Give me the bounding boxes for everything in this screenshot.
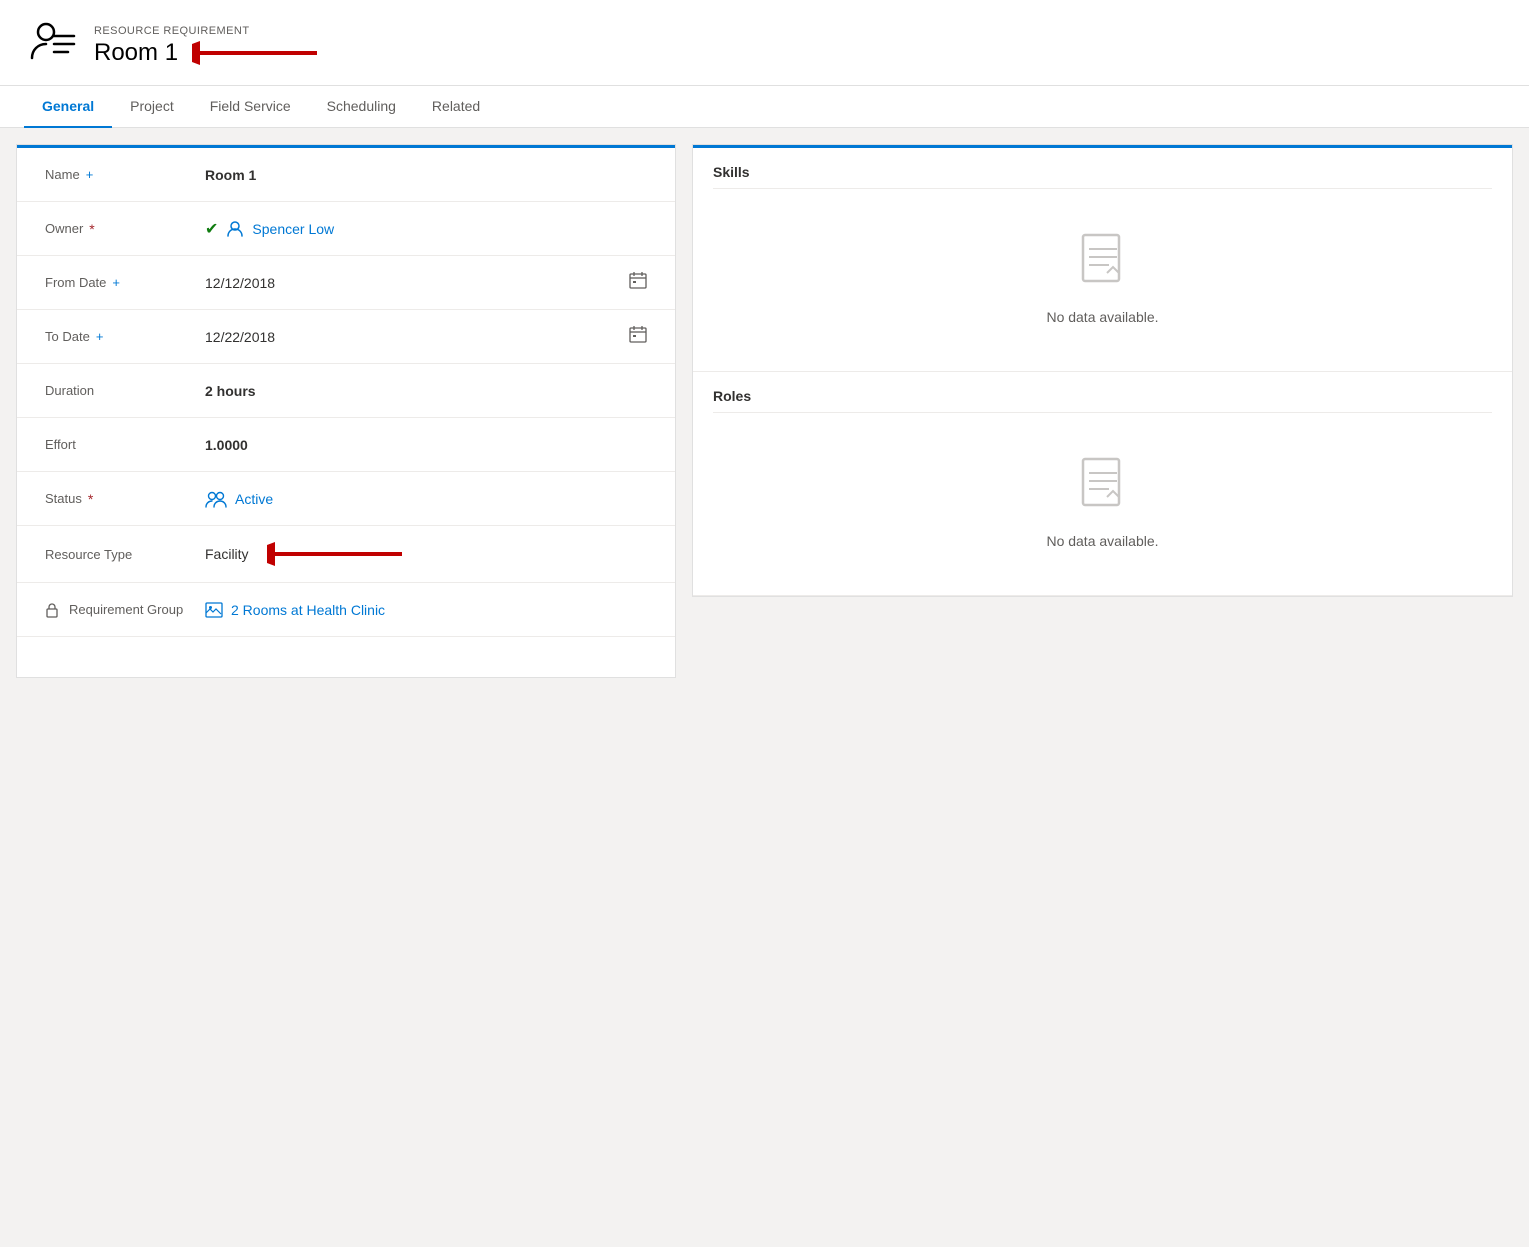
group-icon [205, 490, 227, 508]
owner-label: Owner * [45, 221, 205, 237]
field-from-date: From Date + 12/12/2018 [17, 256, 675, 310]
from-date-required-indicator: + [112, 275, 120, 290]
tab-bar: General Project Field Service Scheduling… [0, 86, 1529, 128]
left-panel: Name + Room 1 Owner * ✔ Spencer Low [16, 144, 676, 678]
owner-status-icon: ✔ [205, 219, 218, 239]
header-text-block: RESOURCE REQUIREMENT Room 1 [94, 25, 322, 67]
roles-section: Roles No data available. [693, 372, 1512, 596]
to-date-calendar-icon[interactable] [629, 325, 647, 348]
person-icon [226, 220, 244, 238]
tab-project[interactable]: Project [112, 86, 192, 128]
requirement-group-label: Requirement Group [45, 602, 205, 618]
name-required-indicator: + [86, 167, 94, 182]
resource-type-value: Facility [205, 540, 647, 568]
field-owner: Owner * ✔ Spencer Low [17, 202, 675, 256]
main-content: Name + Room 1 Owner * ✔ Spencer Low [0, 128, 1529, 694]
red-arrow-annotation [192, 39, 322, 67]
lock-icon [45, 602, 59, 618]
tab-scheduling[interactable]: Scheduling [309, 86, 414, 128]
skills-no-data: No data available. [713, 201, 1492, 355]
tab-related[interactable]: Related [414, 86, 498, 128]
field-name: Name + Room 1 [17, 148, 675, 202]
status-value: Active [205, 490, 647, 508]
from-date-value: 12/12/2018 [205, 271, 647, 294]
field-status: Status * Active [17, 472, 675, 526]
requirement-group-link[interactable]: 2 Rooms at Health Clinic [231, 602, 385, 618]
skills-section: Skills No data available. [693, 148, 1512, 372]
skills-no-data-icon [1075, 231, 1131, 299]
owner-link[interactable]: Spencer Low [252, 221, 334, 237]
roles-no-data-icon [1075, 455, 1131, 523]
resource-type-arrow-annotation [267, 540, 407, 568]
requirement-group-value: 2 Rooms at Health Clinic [205, 602, 647, 618]
field-requirement-group: Requirement Group 2 Rooms at Health Clin… [17, 583, 675, 637]
effort-value: 1.0000 [205, 437, 647, 453]
right-panel-inner: Skills No data available. [693, 145, 1512, 596]
left-panel-inner: Name + Room 1 Owner * ✔ Spencer Low [17, 145, 675, 677]
roles-title: Roles [713, 388, 1492, 413]
status-label: Status * [45, 491, 205, 507]
field-to-date: To Date + 12/22/2018 [17, 310, 675, 364]
field-effort: Effort 1.0000 [17, 418, 675, 472]
to-date-value: 12/22/2018 [205, 325, 647, 348]
image-icon [205, 602, 223, 618]
roles-no-data: No data available. [713, 425, 1492, 579]
status-required-indicator: * [88, 491, 93, 507]
tab-field-service[interactable]: Field Service [192, 86, 309, 128]
roles-no-data-text: No data available. [1046, 533, 1158, 549]
name-label: Name + [45, 167, 205, 182]
field-resource-type: Resource Type Facility [17, 526, 675, 583]
field-duration: Duration 2 hours [17, 364, 675, 418]
skills-title: Skills [713, 164, 1492, 189]
skills-no-data-text: No data available. [1046, 309, 1158, 325]
from-date-calendar-icon[interactable] [629, 271, 647, 294]
status-link[interactable]: Active [235, 491, 273, 507]
name-value: Room 1 [205, 167, 647, 183]
header-title: Room 1 [94, 39, 178, 67]
owner-required-indicator: * [89, 221, 94, 237]
resource-requirement-icon [28, 18, 76, 73]
to-date-label: To Date + [45, 329, 205, 344]
header-subtitle: RESOURCE REQUIREMENT [94, 25, 322, 37]
right-panel: Skills No data available. [692, 144, 1513, 597]
bottom-spacer [17, 637, 675, 677]
page-header: RESOURCE REQUIREMENT Room 1 [0, 0, 1529, 86]
effort-label: Effort [45, 437, 205, 452]
resource-type-label: Resource Type [45, 547, 205, 562]
owner-value: ✔ Spencer Low [205, 219, 647, 239]
duration-label: Duration [45, 383, 205, 398]
duration-value: 2 hours [205, 383, 647, 399]
tab-general[interactable]: General [24, 86, 112, 128]
from-date-label: From Date + [45, 275, 205, 290]
to-date-required-indicator: + [96, 329, 104, 344]
header-title-row: Room 1 [94, 39, 322, 67]
